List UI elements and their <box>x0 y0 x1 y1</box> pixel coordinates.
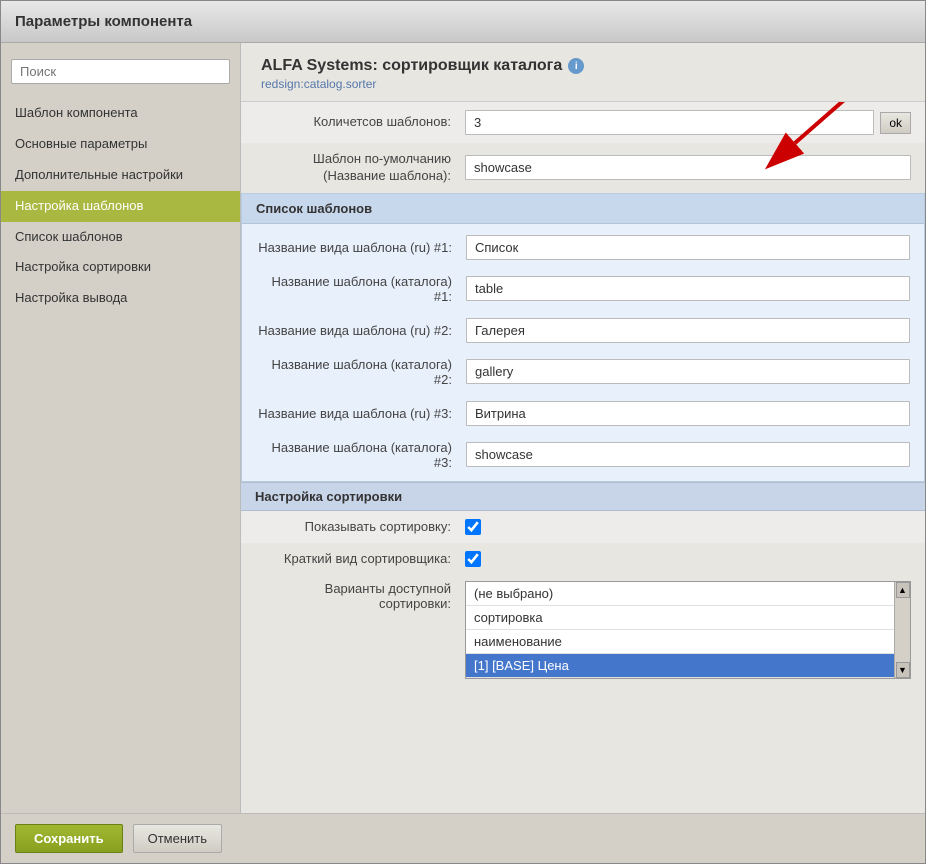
default-template-input-group <box>465 155 911 180</box>
template-field-2-key[interactable] <box>466 359 910 384</box>
main-window: Параметры компонента Шаблон компонента О… <box>0 0 926 864</box>
sidebar: Шаблон компонента Основные параметры Доп… <box>1 43 241 813</box>
show-sort-row: Показывать сортировку: <box>241 511 925 543</box>
page-subtitle: redsign:catalog.sorter <box>261 77 905 91</box>
scroll-down-button[interactable]: ▼ <box>896 662 910 678</box>
cancel-button[interactable]: Отменить <box>133 824 222 853</box>
template-list-body: Название вида шаблона (ru) #1: Название … <box>242 224 924 481</box>
template-field-3-key[interactable] <box>466 442 910 467</box>
dropdown-options: (не выбрано) сортировка наименование [1]… <box>466 582 894 678</box>
content-area: Шаблон компонента Основные параметры Доп… <box>1 43 925 813</box>
sort-variants-label: Варианты доступной сортировки: <box>255 581 465 611</box>
template-field-1-name[interactable] <box>466 235 910 260</box>
sidebar-item-additional[interactable]: Дополнительные настройки <box>1 160 240 191</box>
template-field-1-key[interactable] <box>466 276 910 301</box>
sort-variants-dropdown[interactable]: (не выбрано) сортировка наименование [1]… <box>465 581 911 679</box>
template-label-2-key: Название шаблона (каталога) #2: <box>256 357 466 387</box>
sort-section-header: Настройка сортировки <box>241 482 925 511</box>
template-label-1-key: Название шаблона (каталога) #1: <box>256 274 466 304</box>
template-row-1-key: Название шаблона (каталога) #1: <box>242 267 924 311</box>
main-panel: ALFA Systems: сортировщик каталога i red… <box>241 43 925 813</box>
scroll-up-button[interactable]: ▲ <box>896 582 910 598</box>
template-label-1-name: Название вида шаблона (ru) #1: <box>256 240 466 255</box>
default-template-label: Шаблон по-умолчанию (Название шаблона): <box>255 151 465 185</box>
bottom-bar: Сохранить Отменить <box>1 813 925 863</box>
compact-sort-row: Краткий вид сортировщика: <box>241 543 925 575</box>
sidebar-item-output-settings[interactable]: Настройка вывода <box>1 283 240 314</box>
templates-count-row: Количетсов шаблонов: ok <box>241 102 925 143</box>
template-row-2-name: Название вида шаблона (ru) #2: <box>242 311 924 350</box>
templates-count-ok-button[interactable]: ok <box>880 112 911 134</box>
template-row-3-name: Название вида шаблона (ru) #3: <box>242 394 924 433</box>
sort-section: Настройка сортировки Показывать сортиров… <box>241 482 925 689</box>
dropdown-option-none[interactable]: (не выбрано) <box>466 582 894 606</box>
template-list-section: Список шаблонов Название вида шаблона (r… <box>241 193 925 482</box>
template-input-1-key <box>466 276 910 301</box>
main-header: ALFA Systems: сортировщик каталога i red… <box>241 43 925 102</box>
template-field-2-name[interactable] <box>466 318 910 343</box>
template-label-3-key: Название шаблона (каталога) #3: <box>256 440 466 470</box>
save-button[interactable]: Сохранить <box>15 824 123 853</box>
templates-count-input-group: ok <box>465 110 911 135</box>
template-input-1-name <box>466 235 910 260</box>
template-input-2-key <box>466 359 910 384</box>
search-input[interactable] <box>11 59 230 84</box>
template-label-2-name: Название вида шаблона (ru) #2: <box>256 323 466 338</box>
show-sort-label: Показывать сортировку: <box>255 519 465 534</box>
template-row-2-key: Название шаблона (каталога) #2: <box>242 350 924 394</box>
template-input-3-name <box>466 401 910 426</box>
sidebar-item-templates-list[interactable]: Список шаблонов <box>1 222 240 253</box>
dropdown-option-price[interactable]: [1] [BASE] Цена <box>466 654 894 678</box>
sidebar-item-templates-settings[interactable]: Настройка шаблонов <box>1 191 240 222</box>
sort-variants-row: Варианты доступной сортировки: (не выбра… <box>241 575 925 689</box>
dropdown-option-sort[interactable]: сортировка <box>466 606 894 630</box>
template-label-3-name: Название вида шаблона (ru) #3: <box>256 406 466 421</box>
page-title: ALFA Systems: сортировщик каталога i <box>261 57 905 75</box>
search-box[interactable] <box>11 59 230 84</box>
default-template-field[interactable] <box>465 155 911 180</box>
sidebar-item-basic[interactable]: Основные параметры <box>1 129 240 160</box>
title-bar: Параметры компонента <box>1 1 925 43</box>
info-icon[interactable]: i <box>568 58 584 74</box>
templates-count-field[interactable] <box>465 110 874 135</box>
template-list-header: Список шаблонов <box>242 194 924 224</box>
dropdown-scrollbar: ▲ ▼ <box>894 582 910 678</box>
compact-sort-label: Краткий вид сортировщика: <box>255 551 465 566</box>
dropdown-option-name[interactable]: наименование <box>466 630 894 654</box>
compact-sort-checkbox[interactable] <box>465 551 481 567</box>
default-template-row: Шаблон по-умолчанию (Название шаблона): <box>241 143 925 193</box>
window-title: Параметры компонента <box>15 13 192 30</box>
dropdown-list: (не выбрано) сортировка наименование [1]… <box>465 581 911 679</box>
template-row-3-key: Название шаблона (каталога) #3: <box>242 433 924 477</box>
dropdown-list-inner: (не выбрано) сортировка наименование [1]… <box>466 582 910 678</box>
show-sort-checkbox[interactable] <box>465 519 481 535</box>
templates-count-label: Количетсов шаблонов: <box>255 114 465 131</box>
template-input-2-name <box>466 318 910 343</box>
sidebar-item-template[interactable]: Шаблон компонента <box>1 98 240 129</box>
template-field-3-name[interactable] <box>466 401 910 426</box>
template-input-3-key <box>466 442 910 467</box>
template-row-1-name: Название вида шаблона (ru) #1: <box>242 228 924 267</box>
main-body: Количетсов шаблонов: ok Шаблон по-умолча… <box>241 102 925 813</box>
sidebar-item-sort-settings[interactable]: Настройка сортировки <box>1 252 240 283</box>
